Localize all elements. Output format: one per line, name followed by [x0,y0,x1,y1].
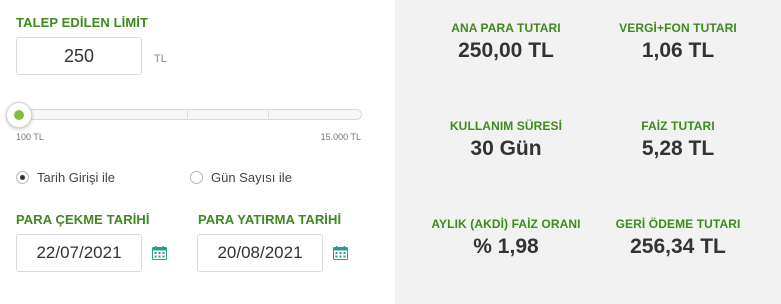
stat-interest-value: 5,28 TL [641,137,715,160]
withdraw-date-label: PARA ÇEKME TARİHİ [16,212,150,227]
stat-interest: FAİZ TUTARI 5,28 TL [583,119,773,161]
limit-label: TALEP EDİLEN LİMİT [16,15,149,30]
withdraw-date-input[interactable] [16,234,142,272]
loan-form-panel: TALEP EDİLEN LİMİT TL 100 TL 15.000 TL T… [0,0,395,304]
stat-duration-value: 30 Gün [470,137,542,160]
deposit-date-label: PARA YATIRMA TARİHİ [198,212,342,227]
stat-repayment-label: GERİ ÖDEME TUTARI [615,217,741,231]
slider-tick [187,111,188,118]
stat-interest-label: FAİZ TUTARI [641,119,715,133]
stat-monthly-rate-value: % 1,98 [473,235,539,258]
slider-min-label: 100 TL [16,132,44,142]
stat-tax: VERGİ+FON TUTARI 1,06 TL [583,21,773,63]
slider-tick [268,111,269,118]
limit-slider-track[interactable] [8,109,362,120]
limit-slider-handle[interactable] [6,102,32,128]
radio-date-entry[interactable]: Tarih Girişi ile [16,170,115,185]
stat-principal-value: 250,00 TL [458,39,554,62]
calendar-icon[interactable] [152,246,167,260]
radio-day-count-label: Gün Sayısı ile [211,170,292,185]
stat-principal-label: ANA PARA TUTARI [451,21,561,35]
deposit-date-input[interactable] [197,234,323,272]
stat-repayment-value: 256,34 TL [630,235,726,258]
radio-unchecked-icon [190,171,203,184]
stat-tax-value: 1,06 TL [641,39,715,62]
limit-unit: TL [154,53,167,65]
stat-tax-label: VERGİ+FON TUTARI [619,21,737,35]
stat-monthly-rate-label: AYLIK (AKDİ) FAİZ ORANI [431,217,581,231]
stat-repayment: GERİ ÖDEME TUTARI 256,34 TL [583,217,773,259]
stat-monthly-rate: AYLIK (AKDİ) FAİZ ORANI % 1,98 [411,217,601,259]
slider-max-label: 15.000 TL [320,132,361,142]
calendar-icon[interactable] [333,246,348,260]
stat-duration: KULLANIM SÜRESİ 30 Gün [411,119,601,161]
results-panel: ANA PARA TUTARI 250,00 TL VERGİ+FON TUTA… [395,0,781,304]
radio-checked-icon [16,171,29,184]
limit-input[interactable] [16,37,142,75]
stat-duration-label: KULLANIM SÜRESİ [449,119,563,133]
stat-principal: ANA PARA TUTARI 250,00 TL [411,21,601,63]
radio-date-entry-label: Tarih Girişi ile [37,170,116,185]
radio-day-count[interactable]: Gün Sayısı ile [190,170,292,185]
